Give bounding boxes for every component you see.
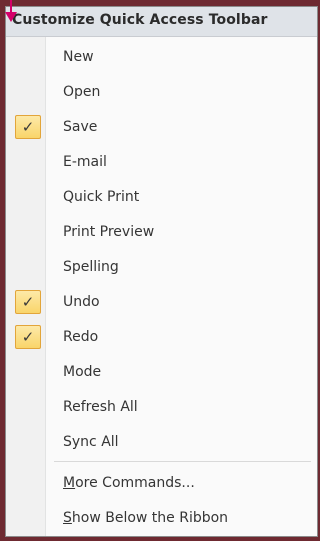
menu-footer: More Commands... Show Below the Ribbon	[6, 466, 317, 536]
menu-item-redo[interactable]: ✓ Redo	[6, 320, 317, 355]
mnemonic-letter: M	[63, 475, 76, 491]
more-commands-item[interactable]: More Commands...	[6, 466, 317, 501]
menu-item-mode[interactable]: Mode	[6, 355, 317, 390]
menu-item-sync-all[interactable]: Sync All	[6, 425, 317, 460]
checkmark-icon: ✓	[21, 118, 35, 136]
menu-item-label: Refresh All	[63, 399, 138, 415]
menu-item-print-preview[interactable]: Print Preview	[6, 215, 317, 250]
checkmark-icon: ✓	[21, 293, 35, 311]
more-commands-label: More Commands...	[63, 475, 195, 491]
checkmark-icon: ✓	[21, 328, 35, 346]
menu-item-label: Redo	[63, 329, 99, 345]
command-list: New Open ✓ Save E-mail Quick Print Print…	[6, 40, 317, 460]
menu-item-email[interactable]: E-mail	[6, 145, 317, 180]
menu-item-label: Open	[63, 84, 101, 100]
menu-item-spelling[interactable]: Spelling	[6, 250, 317, 285]
menu-item-open[interactable]: Open	[6, 75, 317, 110]
show-below-ribbon-item[interactable]: Show Below the Ribbon	[6, 501, 317, 536]
pointer-arrow-icon	[5, 12, 17, 22]
menu-item-quick-print[interactable]: Quick Print	[6, 180, 317, 215]
menu-item-label: E-mail	[63, 154, 107, 170]
checkmark-box: ✓	[15, 115, 41, 139]
menu-item-label: Quick Print	[63, 189, 140, 205]
menu-separator	[54, 461, 311, 462]
menu-item-label: Mode	[63, 364, 102, 380]
checkmark-box: ✓	[15, 290, 41, 314]
menu-item-label: Undo	[63, 294, 100, 310]
menu-title: Customize Quick Access Toolbar	[12, 12, 268, 28]
show-below-ribbon-label: Show Below the Ribbon	[63, 510, 228, 526]
checkmark-box: ✓	[15, 325, 41, 349]
customize-qat-menu: Customize Quick Access Toolbar New Open …	[5, 6, 318, 537]
menu-item-undo[interactable]: ✓ Undo	[6, 285, 317, 320]
menu-item-label: Save	[63, 119, 98, 135]
menu-item-new[interactable]: New	[6, 40, 317, 75]
menu-item-label: Spelling	[63, 259, 119, 275]
menu-item-save[interactable]: ✓ Save	[6, 110, 317, 145]
label-text: how Below the Ribbon	[71, 510, 229, 526]
window-background: Customize Quick Access Toolbar New Open …	[0, 0, 320, 541]
menu-header: Customize Quick Access Toolbar	[6, 7, 317, 37]
menu-item-label: New	[63, 49, 94, 65]
menu-item-refresh-all[interactable]: Refresh All	[6, 390, 317, 425]
label-text: ore Commands...	[75, 475, 195, 491]
menu-item-label: Print Preview	[63, 224, 155, 240]
mnemonic-letter: S	[63, 510, 72, 526]
menu-item-label: Sync All	[63, 434, 119, 450]
